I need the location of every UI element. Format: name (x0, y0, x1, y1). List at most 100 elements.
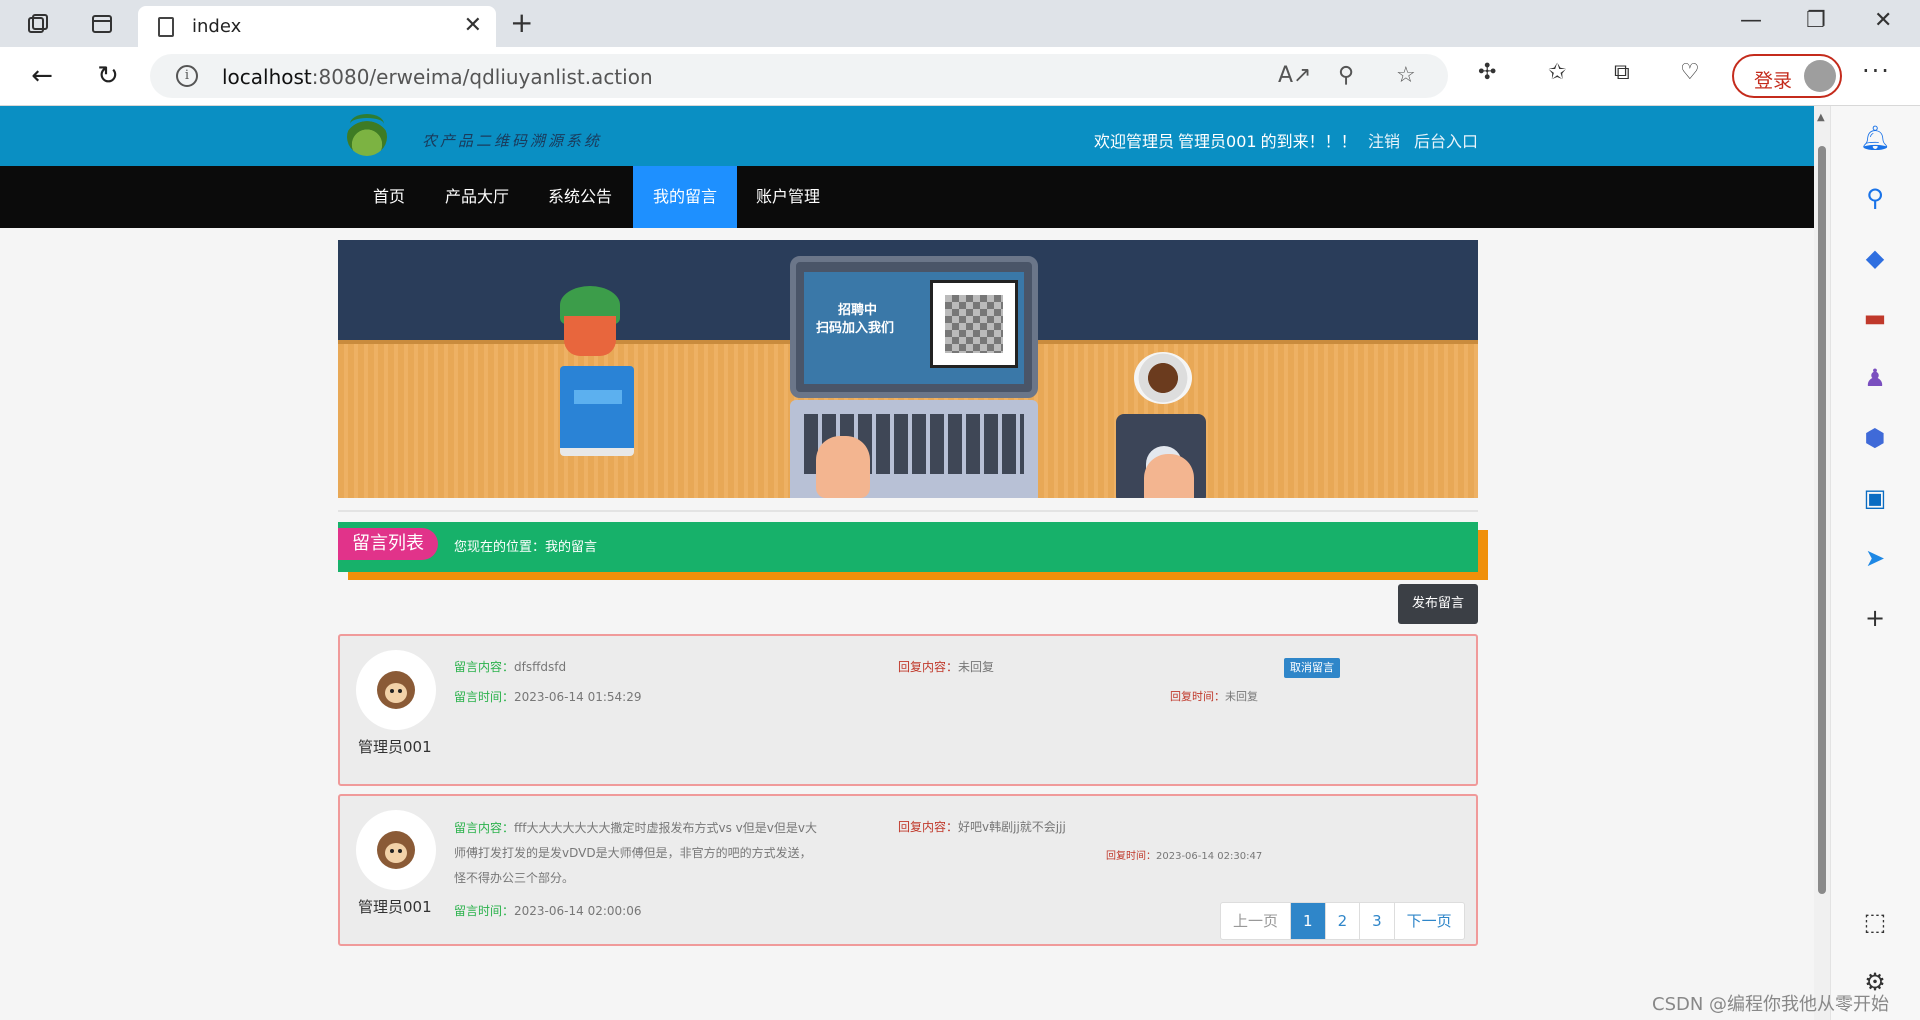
monkey-eye (390, 689, 394, 693)
time-value: 2023-06-14 02:00:06 (514, 904, 642, 918)
cancel-message-button[interactable]: 取消留言 (1284, 658, 1340, 678)
prev-page-button[interactable]: 上一页 (1221, 903, 1292, 939)
time-label: 留言时间： (454, 904, 515, 918)
page-scrollbar[interactable]: ▲ (1814, 106, 1830, 1020)
nav-products[interactable]: 产品大厅 (436, 166, 518, 228)
left-hand-icon (816, 436, 870, 498)
content-label: 留言内容： (454, 821, 515, 835)
section-header: 留言列表 您现在的位置：我的留言 (338, 522, 1488, 580)
reply-time: 回复时间：2023-06-14 02:30:47 (1106, 846, 1262, 868)
message-content: 留言内容：fff大大大大大大大撒定时虚报发布方式vs v但是v但是v大 师傅打发… (454, 816, 874, 891)
section-title: 留言列表 (338, 528, 438, 560)
login-button[interactable]: 登录 (1732, 54, 1842, 98)
backend-link[interactable]: 后台入口 (1414, 128, 1478, 152)
tab-actions-icon[interactable] (88, 10, 116, 38)
address-bar[interactable]: i localhost:8080/erweima/qdliuyanlist.ac… (150, 54, 1448, 98)
banner-line2: 扫码加入我们 (816, 321, 895, 336)
page-1-button[interactable]: 1 (1291, 903, 1326, 939)
workspaces-icon[interactable] (24, 10, 52, 38)
minimize-icon[interactable]: — (1740, 8, 1762, 33)
reply-label: 回复内容： (898, 820, 959, 834)
login-label: 登录 (1754, 70, 1793, 92)
window-close-icon[interactable]: ✕ (1874, 8, 1892, 33)
page-2-button[interactable]: 2 (1326, 903, 1361, 939)
site-logo-arc (350, 114, 384, 134)
extensions-icon[interactable]: ✣ (1478, 60, 1496, 85)
message-time: 留言时间：2023-06-14 02:00:06 (454, 900, 641, 922)
games-icon[interactable]: ♟ (1859, 362, 1891, 394)
favorite-star-icon[interactable]: ☆ (1396, 63, 1416, 88)
tab-title: index (192, 16, 242, 37)
logout-link[interactable]: 注销 (1368, 128, 1400, 152)
monkey-avatar-icon (377, 671, 415, 709)
right-hand-icon (1144, 454, 1194, 498)
reply-value: 好吧v韩剧jj就不会jjj (958, 820, 1066, 834)
url-host: localhost (222, 65, 312, 89)
new-tab-icon[interactable]: + (510, 6, 533, 39)
reply-time-label: 回复时间： (1106, 851, 1156, 862)
laptop-icon: 招聘中 扫码加入我们 (790, 256, 1038, 398)
reply-label: 回复内容： (898, 660, 959, 674)
browser-essentials-icon[interactable]: ♡ (1680, 60, 1700, 85)
read-aloud-icon[interactable]: A↗ (1278, 63, 1311, 88)
message-time: 留言时间：2023-06-14 01:54:29 (454, 686, 641, 708)
notifications-icon[interactable]: 🔔︎ (1859, 122, 1891, 154)
next-page-button[interactable]: 下一页 (1395, 903, 1464, 939)
book-icon (560, 366, 634, 456)
section-header-bar: 留言列表 您现在的位置：我的留言 (338, 522, 1478, 572)
browser-tab[interactable]: index ✕ (138, 6, 496, 47)
nav-my-messages[interactable]: 我的留言 (633, 166, 737, 228)
send-icon[interactable]: ➤ (1859, 542, 1891, 574)
main-nav: 首页 产品大厅 系统公告 我的留言 账户管理 (0, 166, 1814, 228)
time-label: 留言时间： (454, 690, 515, 704)
message-content: 留言内容：dfsffdsfd (454, 656, 566, 678)
collections-icon[interactable]: ⧉ (1614, 60, 1630, 85)
tab-close-icon[interactable]: ✕ (464, 13, 482, 38)
microsoft365-icon[interactable]: ⬢ (1859, 422, 1891, 454)
reply-time-value: 2023-06-14 02:30:47 (1156, 851, 1263, 862)
search-icon[interactable]: ⚲ (1859, 182, 1891, 214)
banner-text: 招聘中 扫码加入我们 (816, 302, 894, 338)
url-text[interactable]: localhost:8080/erweima/qdliuyanlist.acti… (222, 65, 653, 89)
reply-content: 回复内容：好吧v韩剧jj就不会jjj (898, 816, 1066, 838)
more-menu-icon[interactable]: ··· (1862, 57, 1891, 85)
edge-sidebar: 🔔︎ ⚲ ◆ ▬ ♟ ⬢ ▣ ➤ + ⬚ ⚙ (1830, 106, 1920, 1020)
content-line1: fff大大大大大大大撒定时虚报发布方式vs v但是v但是v大 (514, 821, 817, 835)
restore-icon[interactable]: ❐ (1806, 8, 1826, 33)
reply-time: 回复时间：未回复 (1170, 686, 1258, 708)
screenshot-icon[interactable]: ⬚ (1859, 906, 1891, 938)
post-message-button[interactable]: 发布留言 (1398, 584, 1478, 624)
add-icon[interactable]: + (1859, 602, 1891, 634)
welcome-username: 管理员001 (1178, 132, 1257, 151)
qr-code-icon (930, 280, 1018, 368)
monkey-eye (390, 849, 394, 853)
browser-tab-bar: index ✕ + — ❐ ✕ (0, 0, 1920, 47)
reply-time-value: 未回复 (1225, 690, 1258, 703)
back-icon[interactable]: ← (24, 59, 60, 93)
welcome-prefix: 欢迎管理员 (1094, 132, 1175, 151)
scroll-up-icon[interactable]: ▲ (1817, 112, 1825, 123)
shopping-tag-icon[interactable]: ◆ (1859, 242, 1891, 274)
reply-time-label: 回复时间： (1170, 690, 1225, 703)
zoom-icon[interactable]: ⚲ (1338, 63, 1354, 88)
avatar (356, 810, 436, 890)
favorites-icon[interactable]: ✩ (1548, 60, 1566, 85)
tools-icon[interactable]: ▬ (1859, 302, 1891, 334)
page-3-button[interactable]: 3 (1360, 903, 1395, 939)
monkey-eye (398, 849, 402, 853)
scroll-thumb[interactable] (1818, 146, 1826, 894)
pagination: 上一页 1 2 3 下一页 (1220, 902, 1465, 940)
banner-image: 招聘中 扫码加入我们 (338, 240, 1478, 498)
reply-value: 未回复 (958, 660, 995, 674)
nav-home[interactable]: 首页 (354, 166, 424, 228)
outlook-icon[interactable]: ▣ (1859, 482, 1891, 514)
message-author: 管理员001 (358, 898, 432, 916)
nav-account[interactable]: 账户管理 (748, 166, 828, 228)
refresh-icon[interactable]: ↻ (90, 59, 126, 93)
watermark: CSDN @编程你我他从零开始 (1652, 994, 1890, 1015)
site-info-icon[interactable]: i (176, 65, 198, 87)
nav-announcements[interactable]: 系统公告 (536, 166, 624, 228)
avatar (356, 650, 436, 730)
monkey-eye (398, 689, 402, 693)
plant-pot (564, 316, 616, 356)
